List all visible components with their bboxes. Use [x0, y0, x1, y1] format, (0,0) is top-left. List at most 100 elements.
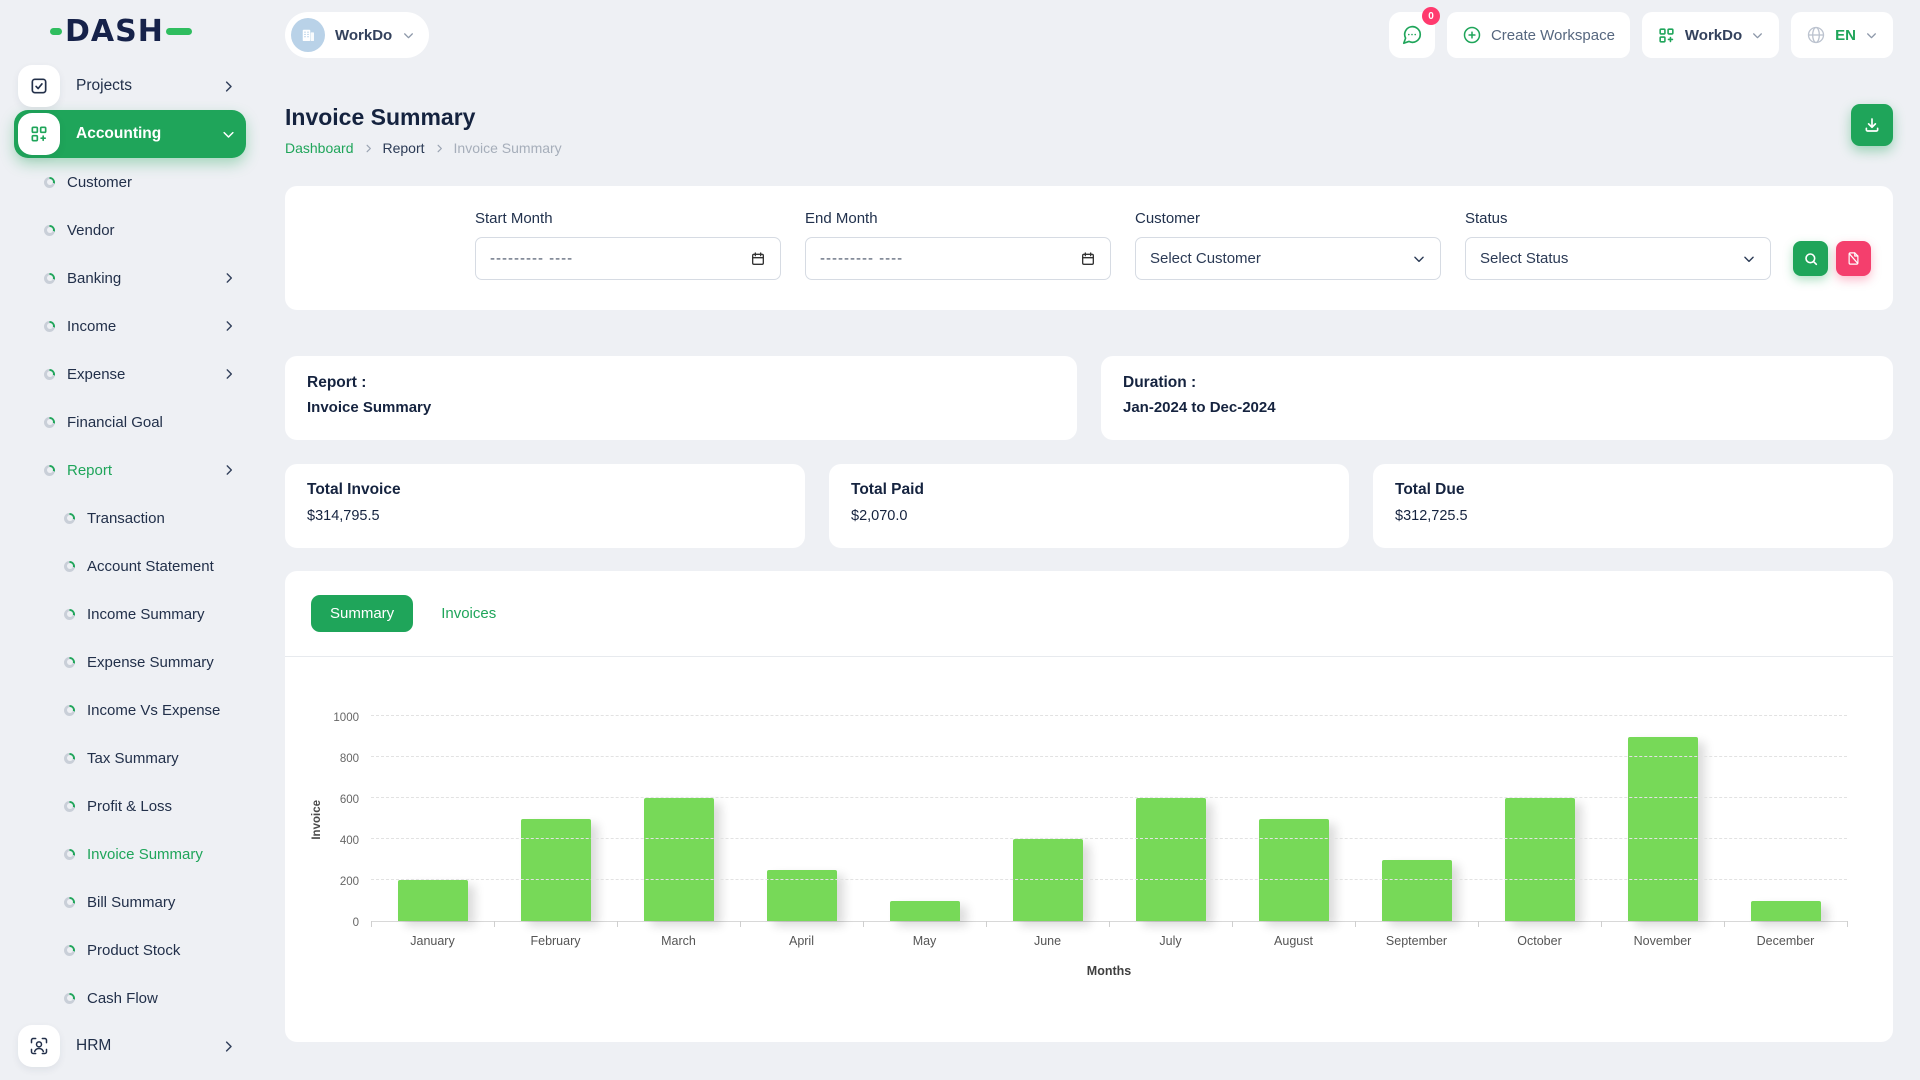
- sidebar-item-expense-summary[interactable]: Expense Summary: [0, 638, 260, 686]
- x-axis-tick: [740, 921, 741, 927]
- sidebar-item-financial-goal[interactable]: Financial Goal: [0, 398, 260, 446]
- bullet-icon: [44, 321, 55, 332]
- customer-label: Customer: [1135, 210, 1441, 227]
- x-axis-tick: [1724, 921, 1725, 927]
- bar-june: [1013, 839, 1083, 921]
- sidebar-item-label: Expense: [67, 366, 125, 383]
- sidebar-item-label: Income Vs Expense: [87, 702, 220, 719]
- sidebar-item-label: Profit & Loss: [87, 798, 172, 815]
- sidebar-item-label: Customer: [67, 174, 132, 191]
- customer-select[interactable]: Select Customer: [1135, 237, 1441, 280]
- customer-field: Customer Select Customer: [1135, 210, 1441, 280]
- sidebar-item-hrm[interactable]: HRM: [14, 1022, 246, 1070]
- sidebar-item-transaction[interactable]: Transaction: [0, 494, 260, 542]
- bar-group: [1478, 717, 1601, 921]
- sidebar-item-vendor[interactable]: Vendor: [0, 206, 260, 254]
- bullet-icon: [44, 177, 55, 188]
- chart-plot-area: [371, 717, 1847, 922]
- create-workspace-button[interactable]: Create Workspace: [1447, 12, 1630, 58]
- tab-summary[interactable]: Summary: [311, 595, 413, 632]
- x-axis-tick: [1355, 921, 1356, 927]
- calendar-icon[interactable]: [750, 251, 766, 267]
- x-tick-label: July: [1109, 934, 1232, 948]
- calendar-icon[interactable]: [1080, 251, 1096, 267]
- chevron-right-icon: [363, 143, 374, 154]
- report-label: Report :: [307, 374, 1055, 392]
- language-code: EN: [1835, 27, 1856, 44]
- sidebar-item-invoice-summary[interactable]: Invoice Summary: [0, 830, 260, 878]
- sidebar-item-label: Accounting: [76, 125, 205, 143]
- start-month-input[interactable]: --------- ----: [475, 237, 781, 280]
- sidebar-item-income-vs-expense[interactable]: Income Vs Expense: [0, 686, 260, 734]
- report-value: Invoice Summary: [307, 399, 1055, 416]
- breadcrumb-report[interactable]: Report: [383, 140, 425, 156]
- bullet-icon: [64, 993, 75, 1004]
- download-button[interactable]: [1851, 104, 1893, 146]
- gridline: [371, 838, 1847, 839]
- x-tick-label: March: [617, 934, 740, 948]
- sidebar-item-tax-summary[interactable]: Tax Summary: [0, 734, 260, 782]
- end-month-input[interactable]: --------- ----: [805, 237, 1111, 280]
- breadcrumb: Dashboard Report Invoice Summary: [285, 140, 562, 156]
- sidebar-item-banking[interactable]: Banking: [0, 254, 260, 302]
- sidebar-item-product-stock[interactable]: Product Stock: [0, 926, 260, 974]
- x-axis-tick: [1109, 921, 1110, 927]
- gridline: [371, 879, 1847, 880]
- bar-group: [371, 717, 494, 921]
- status-select-value: Select Status: [1480, 250, 1568, 267]
- sidebar-item-income[interactable]: Income: [0, 302, 260, 350]
- sidebar-item-report[interactable]: Report: [0, 446, 260, 494]
- bar-group: [1601, 717, 1724, 921]
- sidebar-item-customer[interactable]: Customer: [0, 158, 260, 206]
- bullet-icon: [64, 705, 75, 716]
- sidebar-item-profit-loss[interactable]: Profit & Loss: [0, 782, 260, 830]
- chevron-right-icon: [221, 79, 236, 94]
- end-month-field: End Month --------- ----: [805, 210, 1111, 280]
- bar-december: [1751, 901, 1821, 922]
- bar-november: [1628, 737, 1698, 922]
- sidebar-item-income-summary[interactable]: Income Summary: [0, 590, 260, 638]
- chevron-right-icon: [222, 463, 236, 477]
- sidebar-item-label: Income: [67, 318, 116, 335]
- sidebar-item-label: Product Stock: [87, 942, 180, 959]
- sidebar-item-cash-flow[interactable]: Cash Flow: [0, 974, 260, 1022]
- messages-button[interactable]: 0: [1389, 12, 1435, 58]
- sidebar-nav: Projects Accounting Customer VendorBankin…: [0, 62, 260, 1070]
- bar-group: [494, 717, 617, 921]
- tab-invoices[interactable]: Invoices: [441, 605, 496, 622]
- x-tick-label: September: [1355, 934, 1478, 948]
- sidebar-item-projects[interactable]: Projects: [14, 62, 246, 110]
- x-tick-label: June: [986, 934, 1109, 948]
- bullet-icon: [64, 657, 75, 668]
- y-axis-ticks: 02004006008001000: [327, 717, 371, 922]
- workspace-menu-button[interactable]: WorkDo: [1642, 12, 1779, 58]
- sidebar-item-account-statement[interactable]: Account Statement: [0, 542, 260, 590]
- breadcrumb-dashboard-link[interactable]: Dashboard: [285, 140, 354, 156]
- language-selector[interactable]: EN: [1791, 12, 1893, 58]
- x-axis-title: Months: [371, 964, 1847, 978]
- total-paid-value: $2,070.0: [851, 508, 1327, 524]
- workspace-selector[interactable]: WorkDo: [285, 12, 429, 58]
- bar-group: [1232, 717, 1355, 921]
- bar-february: [521, 819, 591, 922]
- sidebar-item-expense[interactable]: Expense: [0, 350, 260, 398]
- end-month-label: End Month: [805, 210, 1111, 227]
- sidebar-item-accounting[interactable]: Accounting: [14, 110, 246, 158]
- y-tick-label: 600: [340, 794, 359, 806]
- x-tick-label: October: [1478, 934, 1601, 948]
- sidebar-item-bill-summary[interactable]: Bill Summary: [0, 878, 260, 926]
- bullet-icon: [64, 801, 75, 812]
- status-field: Status Select Status: [1465, 210, 1771, 280]
- bar-september: [1382, 860, 1452, 922]
- sidebar-item-label: Tax Summary: [87, 750, 179, 767]
- app-logo[interactable]: DASH: [0, 0, 260, 62]
- x-axis-tick: [617, 921, 618, 927]
- bar-january: [398, 880, 468, 921]
- bar-group: [1724, 717, 1847, 921]
- status-select[interactable]: Select Status: [1465, 237, 1771, 280]
- x-axis-tick: [1601, 921, 1602, 927]
- reset-filter-button[interactable]: [1836, 241, 1871, 276]
- apply-filter-button[interactable]: [1793, 241, 1828, 276]
- bar-group: [740, 717, 863, 921]
- sidebar-item-label: Report: [67, 462, 112, 479]
